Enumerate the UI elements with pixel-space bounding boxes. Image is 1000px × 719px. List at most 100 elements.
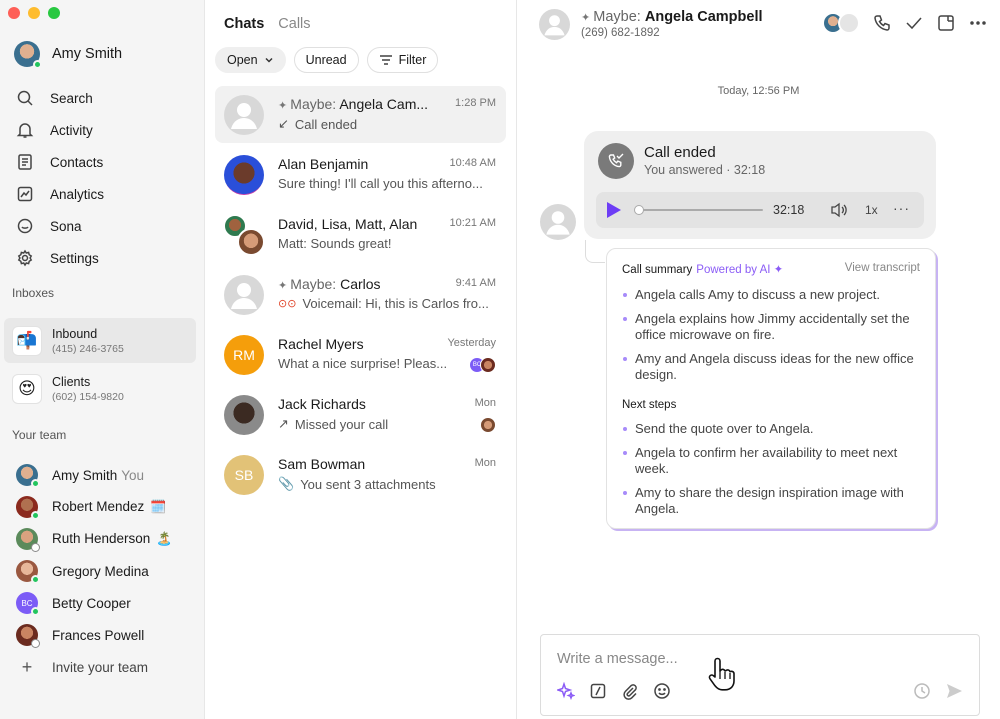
maximize-window-button[interactable] bbox=[48, 7, 60, 19]
conversation-name: David, Lisa, Matt, Alan bbox=[278, 216, 418, 232]
play-button[interactable] bbox=[607, 202, 621, 218]
contact-name[interactable]: ✦ Maybe: Angela Campbell bbox=[581, 9, 763, 25]
unread-filter-button[interactable]: Unread bbox=[293, 47, 359, 73]
audio-scrubber[interactable] bbox=[638, 209, 763, 211]
conversation-item[interactable]: ✦ Maybe: Carlos 9:41 AM ⊙⊙ Voicemail: Hi,… bbox=[215, 266, 506, 323]
checkmark-icon[interactable] bbox=[904, 13, 924, 33]
invite-team-button[interactable]: + Invite your team bbox=[16, 651, 196, 683]
filter-button[interactable]: Filter bbox=[366, 47, 439, 73]
message-input[interactable]: Write a message... bbox=[557, 651, 678, 667]
inbox-phone: (415) 246-3765 bbox=[52, 342, 124, 355]
current-user[interactable]: Amy Smith bbox=[14, 41, 123, 69]
contact-panel-icon[interactable] bbox=[936, 13, 956, 33]
avatar bbox=[224, 395, 264, 435]
you-label: You bbox=[121, 467, 145, 483]
slash-command-icon[interactable] bbox=[589, 682, 607, 700]
voicemail-icon: ⊙⊙ bbox=[278, 298, 297, 310]
maybe-prefix: Maybe: bbox=[593, 9, 641, 25]
close-window-button[interactable] bbox=[8, 7, 20, 19]
conversation-header: ✦ Maybe: Angela Campbell (269) 682-1892 bbox=[539, 8, 988, 42]
avatar bbox=[480, 357, 496, 373]
nav-item-search[interactable]: Search bbox=[16, 82, 196, 114]
team-member-robert[interactable]: Robert Mendez 🗓️ bbox=[16, 491, 196, 523]
inbox-title: Clients bbox=[52, 374, 91, 389]
open-filter-dropdown[interactable]: Open bbox=[215, 47, 286, 73]
view-transcript-link[interactable]: View transcript bbox=[845, 262, 920, 274]
avatar: BC bbox=[16, 592, 40, 616]
tab-chats[interactable]: Chats bbox=[224, 16, 264, 32]
heart-eyes-icon: 😍 bbox=[12, 373, 42, 404]
summary-item: Angela calls Amy to discuss a new projec… bbox=[622, 287, 923, 303]
team-member-amy[interactable]: Amy Smith You bbox=[16, 459, 196, 491]
team-member-gregory[interactable]: Gregory Medina bbox=[16, 555, 196, 587]
conversation-item[interactable]: Jack Richards Mon ↗ Missed your call bbox=[215, 386, 506, 443]
conversation-item[interactable]: SB Sam Bowman Mon 📎 You sent 3 attachment… bbox=[215, 446, 506, 503]
paperclip-icon: 📎 bbox=[278, 476, 295, 491]
minimize-window-button[interactable] bbox=[28, 7, 40, 19]
nav-item-sona[interactable]: Sona bbox=[16, 210, 196, 242]
conversation-preview: What a nice surprise! Pleas... bbox=[278, 356, 448, 371]
conversation-item[interactable]: ✦ Maybe: Angela Cam... 1:28 PM ↙ Call end… bbox=[215, 86, 506, 143]
participant-avatars[interactable] bbox=[822, 12, 860, 34]
avatar bbox=[838, 12, 860, 34]
maybe-prefix: Maybe: bbox=[290, 276, 337, 292]
island-icon: 🏝️ bbox=[156, 531, 173, 546]
chevron-down-icon bbox=[265, 57, 273, 63]
nav-item-activity[interactable]: Activity bbox=[16, 114, 196, 146]
filter-bar: Open Unread Filter bbox=[215, 47, 439, 73]
conversation-preview: Call ended bbox=[294, 116, 358, 132]
avatar: RM bbox=[224, 335, 264, 375]
conversation-name: Rachel Myers bbox=[278, 336, 364, 352]
nav-label: Sona bbox=[50, 218, 82, 234]
paperclip-icon[interactable] bbox=[621, 682, 639, 700]
avatar: SB bbox=[224, 455, 264, 495]
avatar bbox=[16, 560, 40, 584]
avatar bbox=[224, 155, 264, 195]
call-summary-card: Call summary Powered by AI ✦ View transcr… bbox=[606, 248, 936, 529]
team-member-frances[interactable]: Frances Powell bbox=[16, 619, 196, 651]
ai-sparkle-icon[interactable] bbox=[557, 682, 575, 700]
conversation-item[interactable]: Alan Benjamin 10:48 AM Sure thing! I'll … bbox=[215, 146, 506, 203]
nav-label: Contacts bbox=[50, 154, 104, 170]
avatar bbox=[16, 496, 40, 520]
message-composer[interactable]: Write a message... bbox=[540, 634, 980, 716]
nav-label: Activity bbox=[50, 122, 93, 138]
conversation-preview: Sure thing! I'll call you this afterno..… bbox=[278, 176, 483, 191]
conversation-list: Chats Calls Open Unread Filter ✦ Maybe: … bbox=[205, 0, 517, 719]
phone-icon[interactable] bbox=[872, 13, 892, 33]
mailbox-icon: 📬 bbox=[12, 325, 42, 356]
playback-speed-button[interactable]: 1x bbox=[865, 203, 878, 217]
schedule-icon[interactable] bbox=[913, 682, 931, 700]
nav-item-settings[interactable]: Settings bbox=[16, 242, 196, 274]
sona-icon bbox=[17, 218, 33, 234]
sparkle-icon: ✦ bbox=[581, 12, 594, 24]
composer-tools bbox=[557, 682, 671, 700]
maybe-prefix: Maybe: bbox=[290, 96, 337, 112]
emoji-icon[interactable] bbox=[653, 682, 671, 700]
conversation-item[interactable]: RM Rachel Myers Yesterday What a nice su… bbox=[215, 326, 506, 383]
sparkle-icon: ✦ bbox=[278, 100, 291, 112]
team-member-ruth[interactable]: Ruth Henderson 🏝️ bbox=[16, 523, 196, 555]
scrubber-handle[interactable] bbox=[634, 205, 644, 215]
person-icon bbox=[231, 103, 257, 129]
call-ended-icon bbox=[598, 143, 634, 179]
more-options-icon[interactable]: ··· bbox=[893, 200, 910, 216]
current-user-name: Amy Smith bbox=[52, 46, 123, 62]
team-member-betty[interactable]: BC Betty Cooper bbox=[16, 587, 196, 619]
send-icon[interactable] bbox=[945, 682, 963, 700]
conversation-item[interactable]: David, Lisa, Matt, Alan 10:21 AM Matt: S… bbox=[215, 206, 506, 263]
tab-calls[interactable]: Calls bbox=[278, 16, 310, 32]
volume-icon[interactable] bbox=[829, 201, 849, 219]
nav-item-contacts[interactable]: Contacts bbox=[16, 146, 196, 178]
more-options-icon[interactable] bbox=[968, 13, 988, 33]
conversation-name: Angela Cam... bbox=[339, 96, 429, 112]
call-status: You answered · 32:18 bbox=[644, 163, 766, 177]
nav-item-analytics[interactable]: Analytics bbox=[16, 178, 196, 210]
conversation-preview: You sent 3 attachments bbox=[300, 476, 436, 492]
composer-send-tools bbox=[913, 682, 963, 700]
conversation-name: Carlos bbox=[340, 276, 381, 292]
inbox-inbound[interactable]: 📬 Inbound (415) 246-3765 bbox=[4, 318, 196, 363]
inbox-clients[interactable]: 😍 Clients (602) 154-9820 bbox=[4, 366, 196, 411]
contact-avatar[interactable] bbox=[539, 9, 570, 40]
online-indicator bbox=[31, 575, 40, 584]
